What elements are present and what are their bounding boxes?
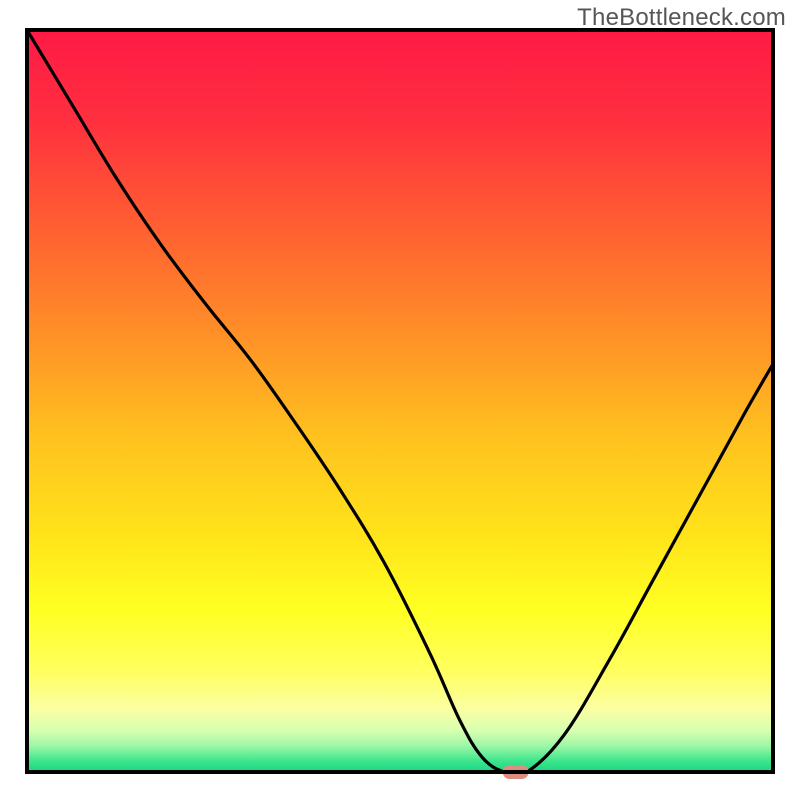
gradient-background [27,30,773,772]
watermark-text: TheBottleneck.com [577,4,786,32]
bottleneck-plot [0,0,800,800]
chart-container: TheBottleneck.com [0,0,800,800]
